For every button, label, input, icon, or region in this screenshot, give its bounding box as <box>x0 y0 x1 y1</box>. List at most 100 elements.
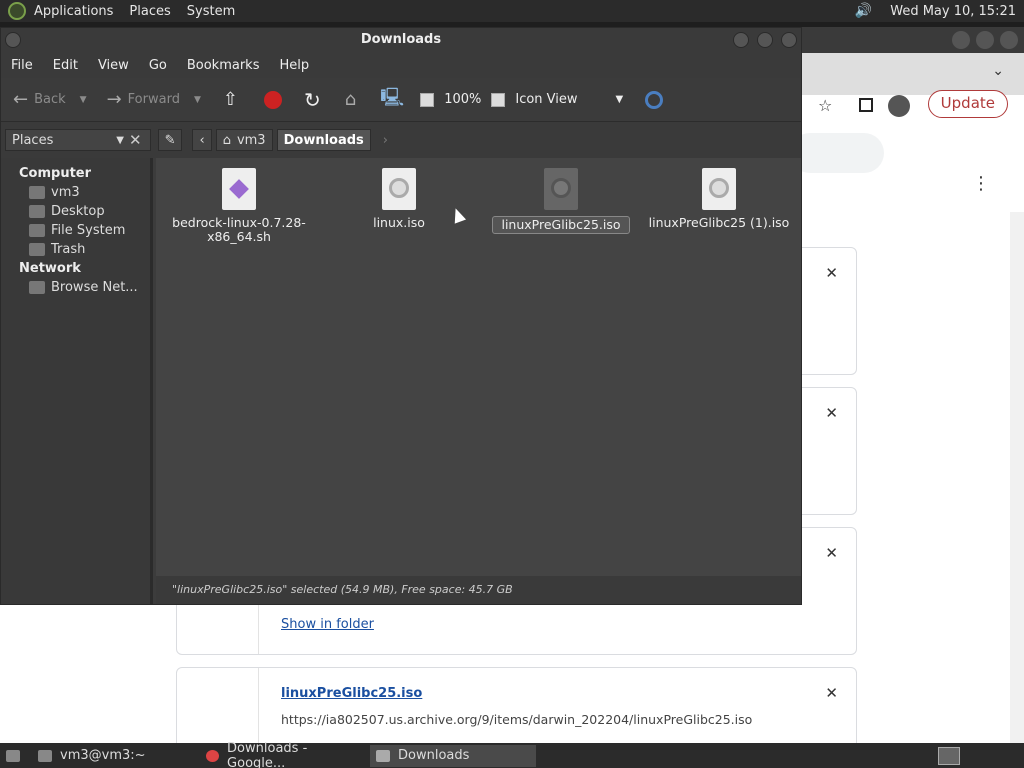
search-button[interactable] <box>645 90 664 109</box>
volume-icon[interactable]: 🔊 <box>855 3 872 19</box>
menu-help[interactable]: Help <box>269 58 319 73</box>
taskbar-item-chrome[interactable]: Downloads - Google... <box>200 741 366 768</box>
home-folder-icon: ⌂ <box>222 132 231 148</box>
mate-logo-icon[interactable] <box>8 2 26 20</box>
close-icon[interactable]: ✕ <box>825 404 838 422</box>
file-item[interactable]: linuxPreGlibc25 (1).iso <box>644 160 794 230</box>
chevron-down-icon[interactable]: ▼ <box>194 95 201 105</box>
stop-button[interactable] <box>263 90 282 109</box>
taskbar-item-downloads[interactable]: Downloads <box>370 744 536 767</box>
pencil-icon: ✎ <box>164 132 176 148</box>
zoom-out-button[interactable] <box>420 92 435 107</box>
sidebar-heading-network[interactable]: Network <box>1 259 150 278</box>
file-item[interactable]: bedrock-linux-0.7.28- x86_64.sh <box>164 160 314 244</box>
search-icon <box>645 90 664 109</box>
maximize-button[interactable] <box>757 32 773 48</box>
minimize-button[interactable] <box>733 32 749 48</box>
places-sidebar: Computer vm3 Desktop File System Trash N… <box>1 158 153 604</box>
file-item[interactable]: linux.iso <box>324 160 474 230</box>
script-file-icon <box>222 168 256 210</box>
chrome-minimize-button[interactable] <box>952 31 970 49</box>
bottom-panel: vm3@vm3:~ Downloads - Google... Download… <box>0 741 1024 768</box>
update-button[interactable]: Update <box>927 90 1008 118</box>
close-icon[interactable]: ✕ <box>825 264 838 282</box>
zoom-in-button[interactable] <box>491 92 506 107</box>
zoom-level[interactable]: 100% <box>444 92 481 107</box>
clock[interactable]: Wed May 10, 15:21 <box>882 4 1024 19</box>
desktop-icon <box>29 205 45 218</box>
top-panel: Applications Places System 🔊 Wed May 10,… <box>0 0 1024 22</box>
forward-button[interactable]: → Forward ▼ <box>107 89 201 110</box>
file-manager-body: Computer vm3 Desktop File System Trash N… <box>1 158 801 604</box>
computer-button[interactable]: 🖳 <box>380 85 410 115</box>
sidebar-item-file-system[interactable]: File System <box>1 221 150 240</box>
zoom-out-icon <box>420 92 435 107</box>
applications-menu[interactable]: Applications <box>26 4 121 19</box>
icon-view[interactable]: bedrock-linux-0.7.28- x86_64.sh linux.is… <box>156 158 801 576</box>
breadcrumb-vm3[interactable]: ⌂ vm3 <box>215 129 273 151</box>
avatar[interactable] <box>888 95 910 117</box>
show-desktop-button[interactable] <box>0 745 28 767</box>
path-back-arrow[interactable]: ‹ <box>192 129 212 151</box>
home-button[interactable]: ⌂ <box>345 89 362 110</box>
workspace-switcher[interactable] <box>938 746 960 765</box>
home-folder-icon: ⌂ <box>344 89 357 110</box>
taskbar-item-terminal[interactable]: vm3@vm3:~ <box>32 745 196 767</box>
window-title: Downloads <box>360 32 442 47</box>
desktop-icon <box>6 749 20 762</box>
menu-file[interactable]: File <box>1 58 43 73</box>
breadcrumb-downloads[interactable]: Downloads <box>276 129 371 151</box>
download-filename-link[interactable]: linuxPreGlibc25.iso <box>281 686 422 701</box>
home-folder-icon <box>29 186 45 199</box>
chevron-down-icon[interactable]: ⌄ <box>992 63 1004 79</box>
window-titlebar[interactable]: Downloads <box>1 28 801 52</box>
drive-icon <box>29 224 45 237</box>
file-item-selected[interactable]: linuxPreGlibc25.iso <box>486 160 636 234</box>
scrollbar[interactable] <box>1010 212 1024 743</box>
chevron-down-icon: ▼ <box>615 94 624 105</box>
disc-image-icon <box>544 168 578 210</box>
side-panel-icon[interactable] <box>859 98 873 112</box>
system-menu[interactable]: System <box>179 4 243 19</box>
file-manager-window: Downloads File Edit View Go Bookmarks He… <box>0 27 802 605</box>
sidebar-item-trash[interactable]: Trash <box>1 240 150 259</box>
download-url: https://ia802507.us.archive.org/9/items/… <box>281 712 753 727</box>
window-menu-button[interactable] <box>5 32 21 48</box>
menubar: File Edit View Go Bookmarks Help <box>1 52 801 78</box>
search-box[interactable] <box>790 133 884 173</box>
up-button[interactable]: ⇧ <box>223 89 244 110</box>
chevron-down-icon[interactable]: ▼ <box>80 95 87 105</box>
path-forward-arrow[interactable]: › <box>383 133 388 148</box>
edit-location-button[interactable]: ✎ <box>157 129 183 151</box>
close-button[interactable] <box>781 32 797 48</box>
sidebar-item-browse-network[interactable]: Browse Net... <box>1 278 150 297</box>
more-options-icon[interactable]: ⋮ <box>972 173 990 194</box>
chrome-maximize-button[interactable] <box>976 31 994 49</box>
menu-go[interactable]: Go <box>139 58 177 73</box>
view-mode-select[interactable]: Icon View ▼ <box>515 92 623 107</box>
show-in-folder-link[interactable]: Show in folder <box>281 617 374 632</box>
menu-edit[interactable]: Edit <box>43 58 88 73</box>
bookmark-star-icon[interactable]: ☆ <box>818 96 832 115</box>
chrome-close-button[interactable] <box>1000 31 1018 49</box>
menu-bookmarks[interactable]: Bookmarks <box>177 58 270 73</box>
location-bar: Places ▼ ✕ ✎ ‹ ⌂ vm3 Downloads › <box>1 122 801 158</box>
folder-icon <box>376 749 390 762</box>
zoom-in-icon <box>491 92 506 107</box>
sidebar-heading-computer[interactable]: Computer <box>1 164 150 183</box>
chevron-down-icon: ▼ <box>116 134 124 146</box>
disc-image-icon <box>382 168 416 210</box>
back-button[interactable]: ← Back ▼ <box>13 89 87 110</box>
places-menu[interactable]: Places <box>121 4 178 19</box>
stop-icon <box>263 90 282 109</box>
chrome-icon <box>206 749 220 762</box>
reload-button[interactable]: ↻ <box>304 88 327 112</box>
toolbar: ← Back ▼ → Forward ▼ ⇧ ↻ ⌂ 🖳 100% Icon V… <box>1 78 801 122</box>
sidebar-item-desktop[interactable]: Desktop <box>1 202 150 221</box>
close-icon[interactable]: ✕ <box>825 684 838 702</box>
close-icon[interactable]: ✕ <box>825 544 838 562</box>
menu-view[interactable]: View <box>88 58 139 73</box>
close-sidebar-icon[interactable]: ✕ <box>129 131 142 149</box>
status-bar: "linuxPreGlibc25.iso" selected (54.9 MB)… <box>156 576 801 604</box>
sidebar-item-vm3[interactable]: vm3 <box>1 183 150 202</box>
